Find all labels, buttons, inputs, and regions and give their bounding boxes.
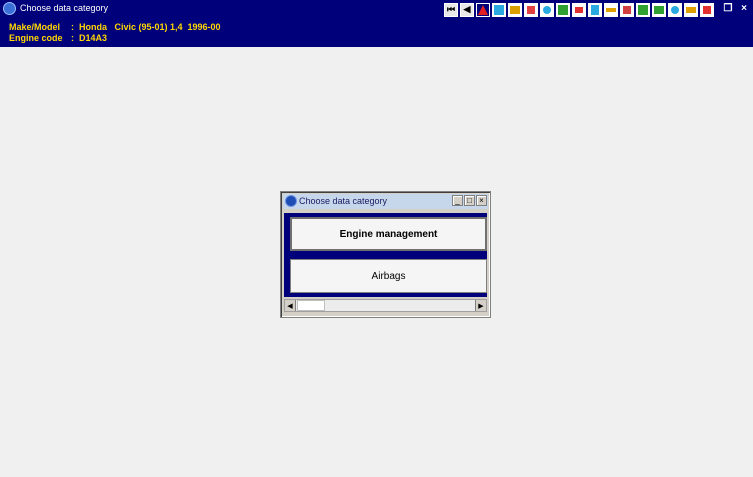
exit-icon[interactable] (700, 2, 714, 17)
category-list: Engine management Airbags (284, 213, 487, 297)
app-logo-icon (3, 2, 16, 15)
engine-code-value: D14A3 (79, 33, 108, 43)
main-toolbar: ⏮ ◀ (444, 1, 714, 18)
choose-category-dialog: Choose data category _ □ × Engine manage… (280, 191, 491, 318)
tools-icon[interactable] (684, 2, 698, 17)
dialog-titlebar[interactable]: Choose data category _ □ × (283, 194, 488, 209)
first-record-button[interactable]: ⏮ (444, 2, 458, 17)
app-logo-icon (285, 195, 297, 207)
scroll-left-button[interactable]: ◀ (285, 300, 296, 311)
settings-icon[interactable] (668, 2, 682, 17)
make-model-row: Make/Model: Honda Civic (95-01) 1,4 1996-… (9, 22, 221, 32)
bulb-icon[interactable] (572, 2, 586, 17)
monitor-icon[interactable] (652, 2, 666, 17)
minimize-button[interactable]: _ (452, 195, 463, 206)
dialog-title: Choose data category (299, 196, 388, 206)
engine-code-separator: : (71, 33, 74, 43)
window-title: Choose data category (20, 3, 109, 13)
gauge-icon[interactable] (620, 2, 634, 17)
dialog-window-controls: _ □ × (452, 195, 487, 206)
maximize-button[interactable]: □ (464, 195, 475, 206)
document-icon[interactable] (492, 2, 506, 17)
engine-icon[interactable] (508, 2, 522, 17)
make-model-value: Honda Civic (95-01) 1,4 1996-00 (79, 22, 221, 32)
filter-icon[interactable] (540, 2, 554, 17)
vehicle-info-bar: Make/Model: Honda Civic (95-01) 1,4 1996-… (0, 19, 753, 47)
engine-code-label: Engine code (9, 33, 63, 43)
diagram-icon[interactable] (556, 2, 570, 17)
close-window-button[interactable]: × (737, 1, 751, 16)
chart-icon[interactable] (588, 2, 602, 17)
restore-window-button[interactable]: ❐ (721, 1, 735, 16)
main-titlebar: Choose data category ⏮ ◀ ❐ × (0, 0, 753, 19)
warning-icon[interactable] (476, 2, 490, 17)
scroll-right-button[interactable]: ▶ (475, 300, 486, 311)
scroll-thumb[interactable] (297, 300, 325, 311)
close-button[interactable]: × (476, 195, 487, 206)
engine-code-row: Engine code: D14A3 (9, 33, 107, 43)
wrench-icon[interactable] (524, 2, 538, 17)
make-model-separator: : (71, 22, 74, 32)
category-engine-management-button[interactable]: Engine management (290, 217, 487, 251)
map-icon[interactable] (636, 2, 650, 17)
make-model-label: Make/Model (9, 22, 61, 32)
horizontal-scrollbar[interactable]: ◀ ▶ (284, 299, 487, 312)
category-airbags-button[interactable]: Airbags (290, 259, 487, 293)
previous-record-button[interactable]: ◀ (460, 2, 474, 17)
list-icon[interactable] (604, 2, 618, 17)
